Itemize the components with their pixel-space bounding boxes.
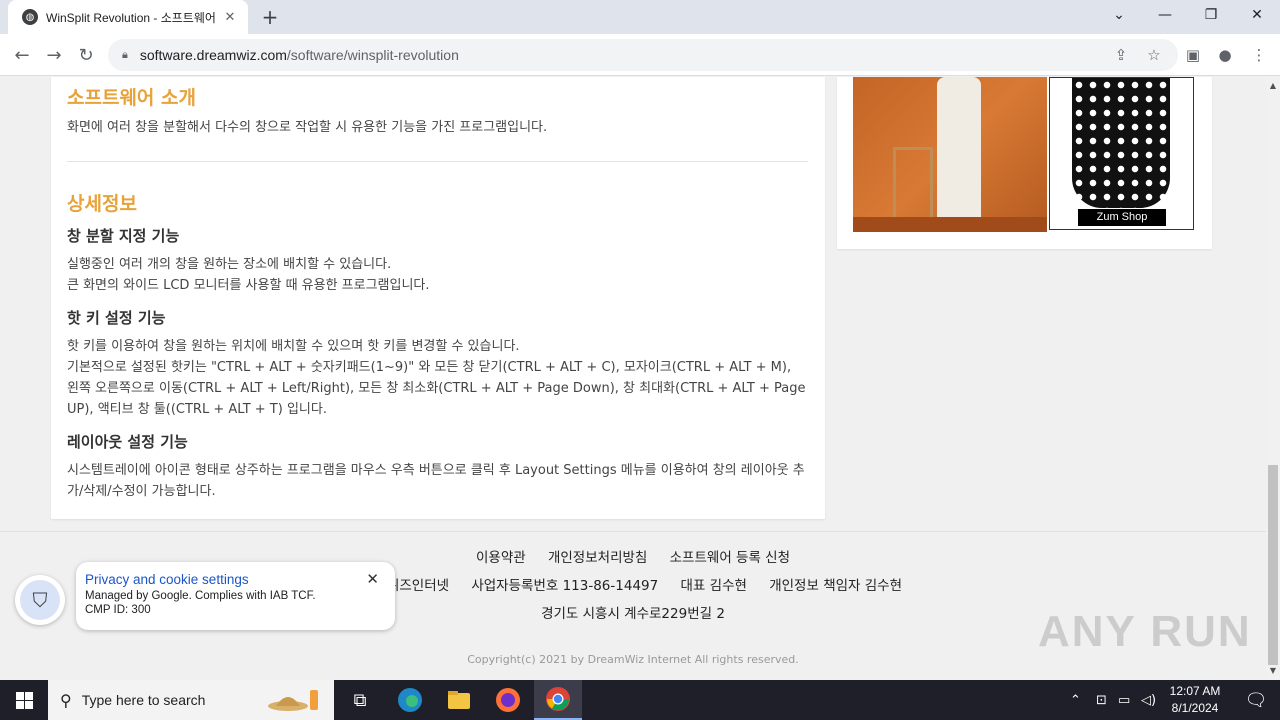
- bookmark-star-icon[interactable]: ☆: [1141, 42, 1167, 68]
- chrome-icon[interactable]: [534, 680, 582, 720]
- privacy-title[interactable]: Privacy and cookie settings: [85, 572, 385, 587]
- browser-tab[interactable]: ◍ WinSplit Revolution - 소프트웨어 ✕: [8, 0, 248, 34]
- scroll-down-icon[interactable]: ▼: [1266, 664, 1280, 678]
- divider: [67, 161, 808, 162]
- ad-image-dress[interactable]: Zum Shop: [1049, 77, 1194, 230]
- privacy-popup: Privacy and cookie settings Managed by G…: [76, 562, 395, 630]
- privacy-desc-1: Managed by Google. Complies with IAB TCF…: [85, 590, 316, 602]
- share-icon[interactable]: ⇪: [1108, 42, 1134, 68]
- section-line: 핫 키를 이용하여 창을 원하는 위치에 배치할 수 있으며 핫 키를 변경할 …: [67, 339, 520, 354]
- zum-shop-label[interactable]: Zum Shop: [1078, 209, 1166, 226]
- profile-icon[interactable]: ●: [1212, 42, 1238, 68]
- network-icon[interactable]: ▭: [1118, 680, 1130, 720]
- anyrun-watermark: ANY RUN: [1038, 607, 1252, 656]
- edge-icon[interactable]: [386, 680, 434, 720]
- section-line: 실행중인 여러 개의 창을 원하는 장소에 배치할 수 있습니다.: [67, 257, 392, 272]
- tray-chevron-icon[interactable]: ⌃: [1070, 680, 1081, 720]
- vertical-scrollbar[interactable]: ▲ ▼: [1266, 77, 1280, 680]
- shield-icon: ⛉: [20, 580, 60, 620]
- terms-link[interactable]: 이용약관: [476, 550, 526, 566]
- start-button[interactable]: [0, 680, 48, 720]
- close-window-button[interactable]: ✕: [1234, 0, 1280, 30]
- browser-toolbar: ← → ↻ 🔒︎ software.dreamwiz.com/software/…: [0, 34, 1280, 76]
- tray-device-icon[interactable]: ⊡: [1096, 680, 1107, 720]
- business-number: 사업자등록번호 113-86-14497: [471, 578, 659, 594]
- volume-icon[interactable]: ◁): [1141, 680, 1156, 720]
- tab-close-icon[interactable]: ✕: [222, 10, 238, 25]
- detail-title: 상세정보: [67, 193, 137, 215]
- windows-taskbar: ⚲ Type here to search ⧉ ⌃ ⊡ ▭ ◁) 12:07 A…: [0, 680, 1280, 720]
- reload-icon[interactable]: ↻: [72, 42, 100, 70]
- section-line: 시스템트레이에 아이콘 형태로 상주하는 프로그램을 마우스 우측 버튼으로 클…: [67, 463, 805, 499]
- file-explorer-icon[interactable]: [435, 680, 483, 720]
- intro-text: 화면에 여러 창을 분할해서 다수의 창으로 작업할 시 유용한 기능을 가진 …: [67, 120, 548, 135]
- notification-icon[interactable]: 🗨︎: [1232, 680, 1280, 720]
- section-heading: 핫 키 설정 기능: [67, 309, 166, 327]
- clock-date: 8/1/2024: [1171, 701, 1219, 715]
- ad-sidebar-card: Zum Shop: [837, 77, 1212, 249]
- windows-logo-icon: [15, 691, 33, 709]
- main-content-card: 소프트웨어 소개 화면에 여러 창을 분할해서 다수의 창으로 작업할 시 유용…: [51, 77, 825, 519]
- globe-icon: ◍: [22, 9, 38, 25]
- section-line: 기본적으로 설정된 핫키는 "CTRL + ALT + 숫자키패드(1~9)" …: [67, 360, 806, 417]
- minimize-button[interactable]: —: [1142, 0, 1188, 30]
- tab-strip: ◍ WinSplit Revolution - 소프트웨어 ✕ + ⌄ — ❐ …: [0, 0, 1280, 34]
- privacy-close-icon[interactable]: ✕: [366, 570, 379, 588]
- search-icon: ⚲: [60, 690, 72, 710]
- tab-search-icon[interactable]: ⌄: [1096, 0, 1142, 30]
- privacy-shield-button[interactable]: ⛉: [15, 575, 65, 625]
- search-highlight-icon: [268, 690, 318, 711]
- ad-image-fashion[interactable]: [853, 77, 1047, 232]
- forward-icon[interactable]: →: [40, 42, 68, 70]
- back-icon[interactable]: ←: [8, 42, 36, 70]
- new-tab-button[interactable]: +: [258, 5, 282, 29]
- url-text[interactable]: software.dreamwiz.com/software/winsplit-…: [140, 47, 459, 63]
- tab-title: WinSplit Revolution - 소프트웨어: [46, 10, 216, 25]
- address-bar[interactable]: 🔒︎ software.dreamwiz.com/software/winspl…: [108, 39, 1178, 71]
- privacy-desc-2: CMP ID: 300: [85, 604, 151, 616]
- menu-kebab-icon[interactable]: ⋮: [1246, 42, 1272, 68]
- search-placeholder: Type here to search: [81, 692, 206, 708]
- scrollbar-thumb[interactable]: [1268, 465, 1278, 665]
- software-register-link[interactable]: 소프트웨어 등록 신청: [670, 550, 790, 566]
- privacy-officer: 개인정보 책임자 김수현: [769, 578, 903, 594]
- section-heading: 창 분할 지정 기능: [67, 227, 180, 245]
- clock-time: 12:07 AM: [1169, 684, 1221, 698]
- side-panel-icon[interactable]: ▣: [1180, 42, 1206, 68]
- ceo-name: 대표 김수현: [680, 578, 747, 594]
- task-view-icon[interactable]: ⧉: [336, 680, 384, 720]
- intro-title: 소프트웨어 소개: [67, 87, 196, 109]
- privacy-policy-link[interactable]: 개인정보처리방침: [548, 550, 647, 566]
- section-heading: 레이아웃 설정 기능: [67, 433, 188, 451]
- firefox-icon[interactable]: [484, 680, 532, 720]
- scroll-up-icon[interactable]: ▲: [1266, 79, 1280, 93]
- lock-icon[interactable]: 🔒︎: [122, 48, 128, 62]
- restore-button[interactable]: ❐: [1188, 0, 1234, 30]
- taskbar-clock[interactable]: 12:07 AM 8/1/2024: [1160, 683, 1230, 717]
- taskbar-search[interactable]: ⚲ Type here to search: [48, 680, 334, 720]
- section-line: 큰 화면의 와이드 LCD 모니터를 사용할 때 유용한 프로그램입니다.: [67, 278, 430, 293]
